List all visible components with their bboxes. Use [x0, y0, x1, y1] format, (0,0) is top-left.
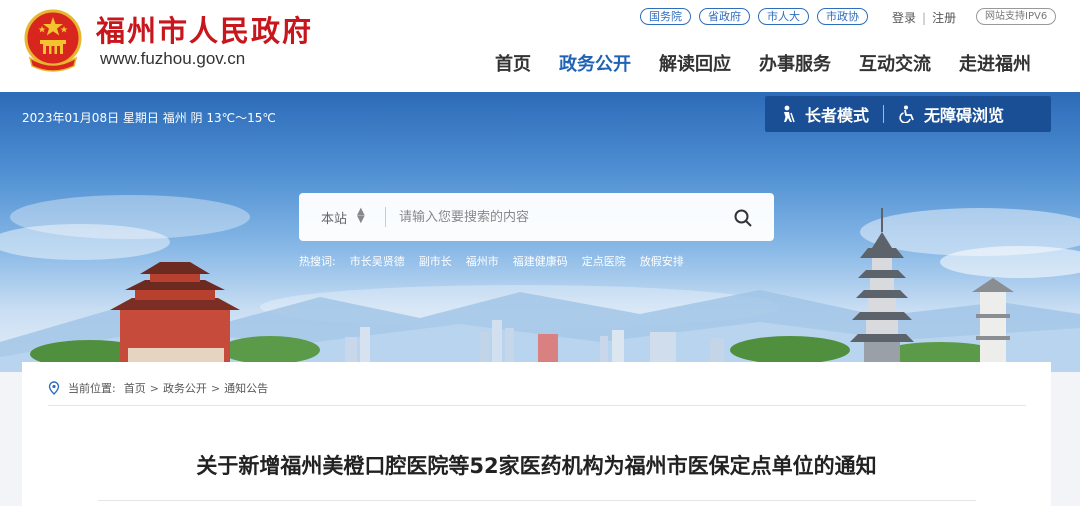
hot-keyword[interactable]: 福建健康码 — [513, 253, 568, 269]
nav-gov-affairs[interactable]: 政务公开 — [559, 50, 631, 76]
main-nav: 首页 政务公开 解读回应 办事服务 互动交流 走进福州 — [495, 50, 1031, 76]
article-title: 关于新增福州美橙口腔医院等52家医药机构为福州市医保定点单位的通知 — [196, 454, 877, 478]
elder-mode-button[interactable]: 长者模式 — [765, 96, 883, 132]
date-weather: 2023年01月08日 星期日 福州 阴 13℃～15℃ — [22, 111, 276, 125]
breadcrumb-notices[interactable]: 通知公告 — [224, 380, 268, 396]
breadcrumb-separator: > — [210, 381, 221, 395]
search-divider — [385, 207, 386, 227]
nav-services[interactable]: 办事服务 — [759, 50, 831, 76]
city-banner: 2023年01月08日 星期日 福州 阴 13℃～15℃ 长者模式 无障碍浏览 … — [0, 92, 1080, 372]
hot-keyword[interactable]: 定点医院 — [582, 253, 626, 269]
elderly-person-icon — [784, 105, 795, 123]
site-name[interactable]: 福州市人民政府 — [96, 8, 313, 50]
hot-keyword[interactable]: 副市长 — [419, 253, 452, 269]
auth-links: 登录 | 注册 — [892, 9, 956, 26]
hot-keyword[interactable]: 福州市 — [466, 253, 499, 269]
location-pin-icon — [48, 381, 60, 395]
register-link[interactable]: 注册 — [932, 11, 956, 25]
site-domain: www.fuzhou.gov.cn — [100, 49, 246, 68]
elder-mode-label: 长者模式 — [805, 106, 870, 125]
accessible-browse-label: 无障碍浏览 — [924, 106, 1005, 125]
auth-divider: | — [922, 11, 927, 25]
top-link-cppcc[interactable]: 市政协 — [817, 8, 868, 25]
hot-keyword[interactable]: 放假安排 — [640, 253, 684, 269]
hot-keywords-label: 热搜词: — [299, 255, 336, 268]
hot-keywords: 热搜词: 市长吴贤德 副市长 福州市 福建健康码 定点医院 放假安排 — [299, 253, 684, 269]
breadcrumb-gov-affairs[interactable]: 政务公开 — [163, 380, 207, 396]
breadcrumb-divider — [48, 405, 1026, 406]
updown-arrow-icon[interactable]: ▲ ▼ — [357, 207, 365, 225]
breadcrumb-home[interactable]: 首页 — [124, 380, 146, 396]
site-header: 福州市人民政府 www.fuzhou.gov.cn 国务院 省政府 市人大 市政… — [0, 0, 1080, 92]
search-icon[interactable] — [733, 208, 753, 228]
ipv6-badge: 网站支持IPV6 — [976, 8, 1057, 25]
nav-home[interactable]: 首页 — [495, 50, 531, 76]
wheelchair-icon — [899, 105, 914, 123]
search-box: 本站 ▲ ▼ — [299, 193, 774, 241]
breadcrumb-label: 当前位置: — [68, 382, 116, 395]
top-link-state-council[interactable]: 国务院 — [640, 8, 691, 25]
breadcrumb-separator: > — [149, 381, 159, 395]
search-scope-select[interactable]: 本站 — [321, 208, 347, 227]
breadcrumb: 当前位置: 首页 > 政务公开 > 通知公告 — [48, 380, 268, 396]
accessible-browse-button[interactable]: 无障碍浏览 — [884, 96, 1018, 132]
nav-about-fuzhou[interactable]: 走进福州 — [959, 50, 1031, 76]
title-divider — [98, 500, 976, 501]
top-link-province-gov[interactable]: 省政府 — [699, 8, 750, 25]
top-links: 国务院 省政府 市人大 市政协 — [640, 8, 868, 26]
national-emblem-icon — [24, 9, 82, 72]
nav-interaction[interactable]: 互动交流 — [859, 50, 931, 76]
top-link-npc[interactable]: 市人大 — [758, 8, 809, 25]
search-input[interactable] — [399, 205, 719, 229]
article-panel: 当前位置: 首页 > 政务公开 > 通知公告 关于新增福州美橙口腔医院等52家医… — [22, 362, 1051, 506]
login-link[interactable]: 登录 — [892, 11, 916, 25]
hot-keyword[interactable]: 市长吴贤德 — [350, 253, 405, 269]
nav-interpretation[interactable]: 解读回应 — [659, 50, 731, 76]
accessibility-bar: 长者模式 无障碍浏览 — [765, 96, 1051, 132]
